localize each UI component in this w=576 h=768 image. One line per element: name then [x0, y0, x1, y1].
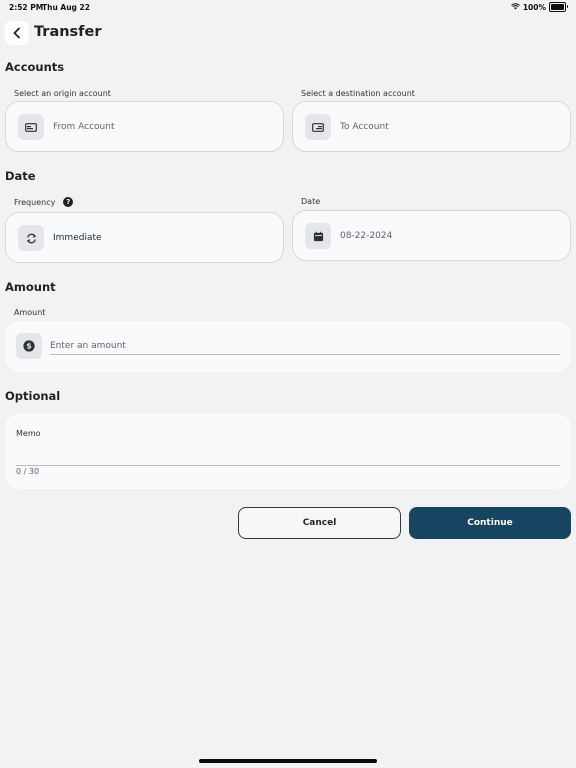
home-indicator: [199, 759, 377, 763]
amount-section-title: Amount: [5, 280, 56, 294]
memo-underline: [16, 465, 560, 466]
amount-underline: [50, 354, 560, 355]
origin-account-label: Select an origin account: [14, 89, 111, 98]
help-icon[interactable]: ?: [63, 197, 74, 207]
page-title: Transfer: [34, 24, 102, 40]
status-right: 100%: [510, 2, 568, 12]
continue-button[interactable]: Continue: [409, 507, 571, 539]
repeat-icon: [18, 225, 44, 251]
date-label: Date: [301, 197, 321, 206]
accounts-section-title: Accounts: [5, 60, 65, 74]
destination-account-select[interactable]: To Account: [292, 101, 571, 152]
amount-field[interactable]: $ Enter an amount: [5, 321, 571, 372]
optional-section-title: Optional: [5, 389, 61, 403]
cancel-button[interactable]: Cancel: [238, 507, 401, 539]
destination-account-placeholder: To Account: [340, 122, 389, 132]
amount-label: Amount: [14, 308, 46, 317]
origin-account-placeholder: From Account: [53, 122, 115, 132]
destination-account-label: Select a destination account: [301, 89, 415, 98]
date-section-title: Date: [5, 169, 36, 183]
memo-field[interactable]: Memo 0 / 30: [5, 414, 571, 489]
back-button[interactable]: [5, 21, 29, 45]
frequency-value: Immediate: [53, 233, 102, 243]
svg-text:$: $: [26, 342, 32, 351]
date-value: 08-22-2024: [340, 231, 393, 241]
date-picker[interactable]: 08-22-2024: [292, 210, 571, 261]
status-bar: 2:52 PM Thu Aug 22 100%: [0, 0, 576, 14]
frequency-label-row: Frequency ?: [14, 197, 74, 207]
chevron-left-icon: [12, 24, 22, 43]
calendar-icon: [305, 223, 331, 249]
frequency-select[interactable]: Immediate: [5, 212, 284, 263]
frequency-label: Frequency: [14, 197, 56, 207]
battery-icon: [549, 2, 568, 12]
origin-account-select[interactable]: From Account: [5, 101, 284, 152]
amount-input[interactable]: Enter an amount: [50, 341, 126, 351]
status-time: 2:52 PM: [9, 3, 44, 12]
memo-counter: 0 / 30: [16, 467, 40, 476]
memo-label: Memo: [16, 429, 41, 438]
wifi-icon: [510, 2, 520, 12]
battery-percent: 100%: [522, 2, 546, 12]
status-date: Thu Aug 22: [42, 3, 90, 12]
dollar-icon: $: [16, 333, 42, 359]
bank-card-icon: [18, 114, 44, 140]
bank-card-icon: [305, 114, 331, 140]
